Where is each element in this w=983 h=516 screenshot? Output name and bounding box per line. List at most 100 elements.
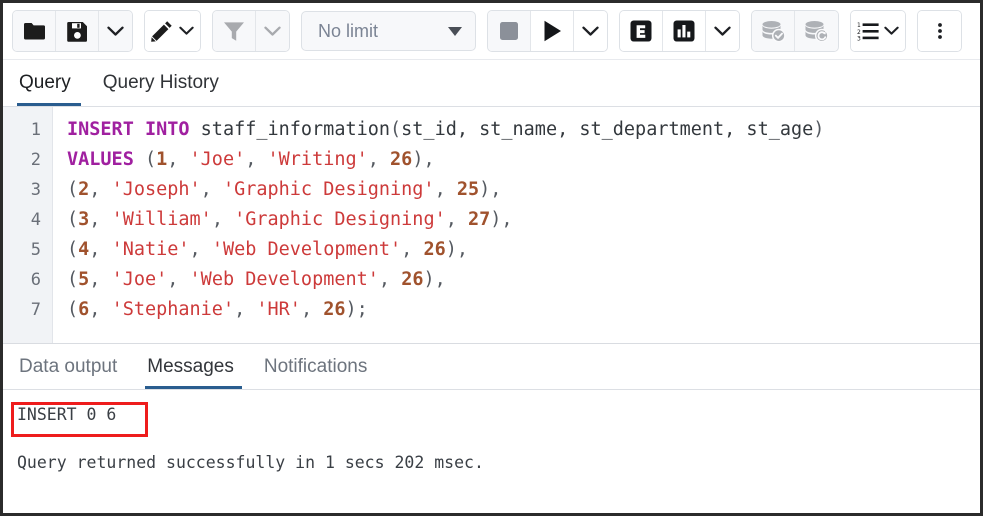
tab-notifications[interactable]: Notifications [262, 356, 376, 389]
code-line: (2, 'Joseph', 'Graphic Designing', 25), [67, 175, 980, 205]
code-token: 'Joe' [112, 269, 168, 290]
code-token: ( [134, 149, 156, 170]
code-token: 5 [78, 269, 89, 290]
stop-button[interactable] [488, 11, 531, 51]
code-token: , [435, 179, 457, 200]
code-line: (5, 'Joe', 'Web Development', 26), [67, 265, 980, 295]
tab-query-history[interactable]: Query History [101, 72, 229, 106]
code-token: 26 [323, 299, 345, 320]
code-token: , [89, 179, 111, 200]
line-number: 4 [3, 205, 52, 235]
save-dropdown-button[interactable] [99, 11, 132, 51]
macros-button[interactable]: 1 2 3 [851, 11, 905, 51]
tab-query[interactable]: Query [17, 72, 81, 106]
query-tool-toolbar: No limit [3, 3, 980, 60]
chevron-down-icon [582, 26, 599, 37]
chevron-down-icon [179, 26, 194, 36]
commit-button[interactable] [752, 11, 795, 51]
line-number: 2 [3, 145, 52, 175]
rollback-button[interactable] [795, 11, 838, 51]
code-token: , [167, 149, 189, 170]
code-line: INSERT INTO staff_information(st_id, st_… [67, 115, 980, 145]
database-commit-icon [761, 20, 786, 42]
file-group [12, 10, 133, 52]
execute-dropdown-button[interactable] [574, 11, 607, 51]
code-token: , [401, 239, 423, 260]
code-token: 'Natie' [112, 239, 190, 260]
code-token: 26 [401, 269, 423, 290]
line-number: 3 [3, 175, 52, 205]
code-token: , [446, 209, 468, 230]
code-token: , [89, 269, 111, 290]
code-token: 'Web Development' [190, 269, 379, 290]
explain-analyze-chart-icon [673, 20, 695, 42]
pencil-icon [151, 20, 173, 42]
explain-group [619, 10, 740, 52]
code-token: 1 [156, 149, 167, 170]
overflow-button[interactable] [918, 11, 961, 51]
filter-icon [223, 21, 245, 42]
line-number: 7 [3, 295, 52, 325]
folder-icon [23, 22, 46, 41]
message-result-line: INSERT 0 6 [17, 402, 980, 428]
code-token: ( [67, 209, 78, 230]
explain-dropdown-button[interactable] [706, 11, 739, 51]
code-token: , [89, 299, 111, 320]
tab-messages[interactable]: Messages [145, 356, 242, 389]
code-token: VALUES [67, 149, 134, 170]
code-token: 2 [78, 179, 89, 200]
sql-code-area[interactable]: INSERT INTO staff_information(st_id, st_… [53, 107, 980, 343]
code-token: ) [813, 119, 824, 140]
macros-group: 1 2 3 [850, 10, 906, 52]
tab-notifications-label: Notifications [264, 356, 368, 377]
sql-editor[interactable]: 1234567 INSERT INTO staff_information(st… [3, 107, 980, 343]
transaction-group [751, 10, 839, 52]
tab-query-label: Query [19, 72, 71, 93]
output-panel: Data output Messages Notifications INSER… [3, 343, 980, 507]
tab-query-history-label: Query History [103, 72, 219, 93]
message-spacer [17, 428, 980, 450]
code-token: 'William' [112, 209, 212, 230]
row-limit-label: No limit [318, 21, 378, 42]
save-file-button[interactable] [56, 11, 99, 51]
chevron-down-icon [107, 26, 124, 37]
output-tabbar: Data output Messages Notifications [3, 344, 980, 390]
code-token: ( [67, 179, 78, 200]
numbered-list-icon: 1 2 3 [857, 21, 879, 41]
code-token: 'Writing' [268, 149, 368, 170]
chevron-down-icon [264, 26, 281, 37]
code-line: (3, 'William', 'Graphic Designing', 27), [67, 205, 980, 235]
line-number: 1 [3, 115, 52, 145]
explain-analyze-button[interactable] [663, 11, 706, 51]
save-icon [67, 21, 88, 42]
code-token: ( [67, 299, 78, 320]
edit-button[interactable] [145, 11, 200, 51]
code-line: (4, 'Natie', 'Web Development', 26), [67, 235, 980, 265]
execute-button[interactable] [531, 11, 574, 51]
code-line: VALUES (1, 'Joe', 'Writing', 26), [67, 145, 980, 175]
code-token: , [201, 179, 223, 200]
code-token: , [212, 209, 234, 230]
code-token: 'Web Development' [212, 239, 401, 260]
code-token: , [379, 269, 401, 290]
code-token: , [89, 239, 111, 260]
code-token: ( [67, 239, 78, 260]
code-token: ); [346, 299, 368, 320]
code-token: , [167, 269, 189, 290]
filter-dropdown-button[interactable] [256, 11, 289, 51]
row-limit-select[interactable]: No limit [301, 11, 476, 51]
explain-button[interactable] [620, 11, 663, 51]
tab-data-output[interactable]: Data output [17, 356, 125, 389]
line-number: 5 [3, 235, 52, 265]
code-token: 26 [390, 149, 412, 170]
open-file-button[interactable] [13, 11, 56, 51]
code-token: , [89, 209, 111, 230]
code-token: INSERT INTO [67, 119, 190, 140]
stop-square-icon [499, 21, 519, 41]
code-token: , [301, 299, 323, 320]
filter-button[interactable] [213, 11, 256, 51]
code-token: 'Joe' [190, 149, 246, 170]
code-token: 3 [78, 209, 89, 230]
code-token: 4 [78, 239, 89, 260]
code-token: , [234, 299, 256, 320]
